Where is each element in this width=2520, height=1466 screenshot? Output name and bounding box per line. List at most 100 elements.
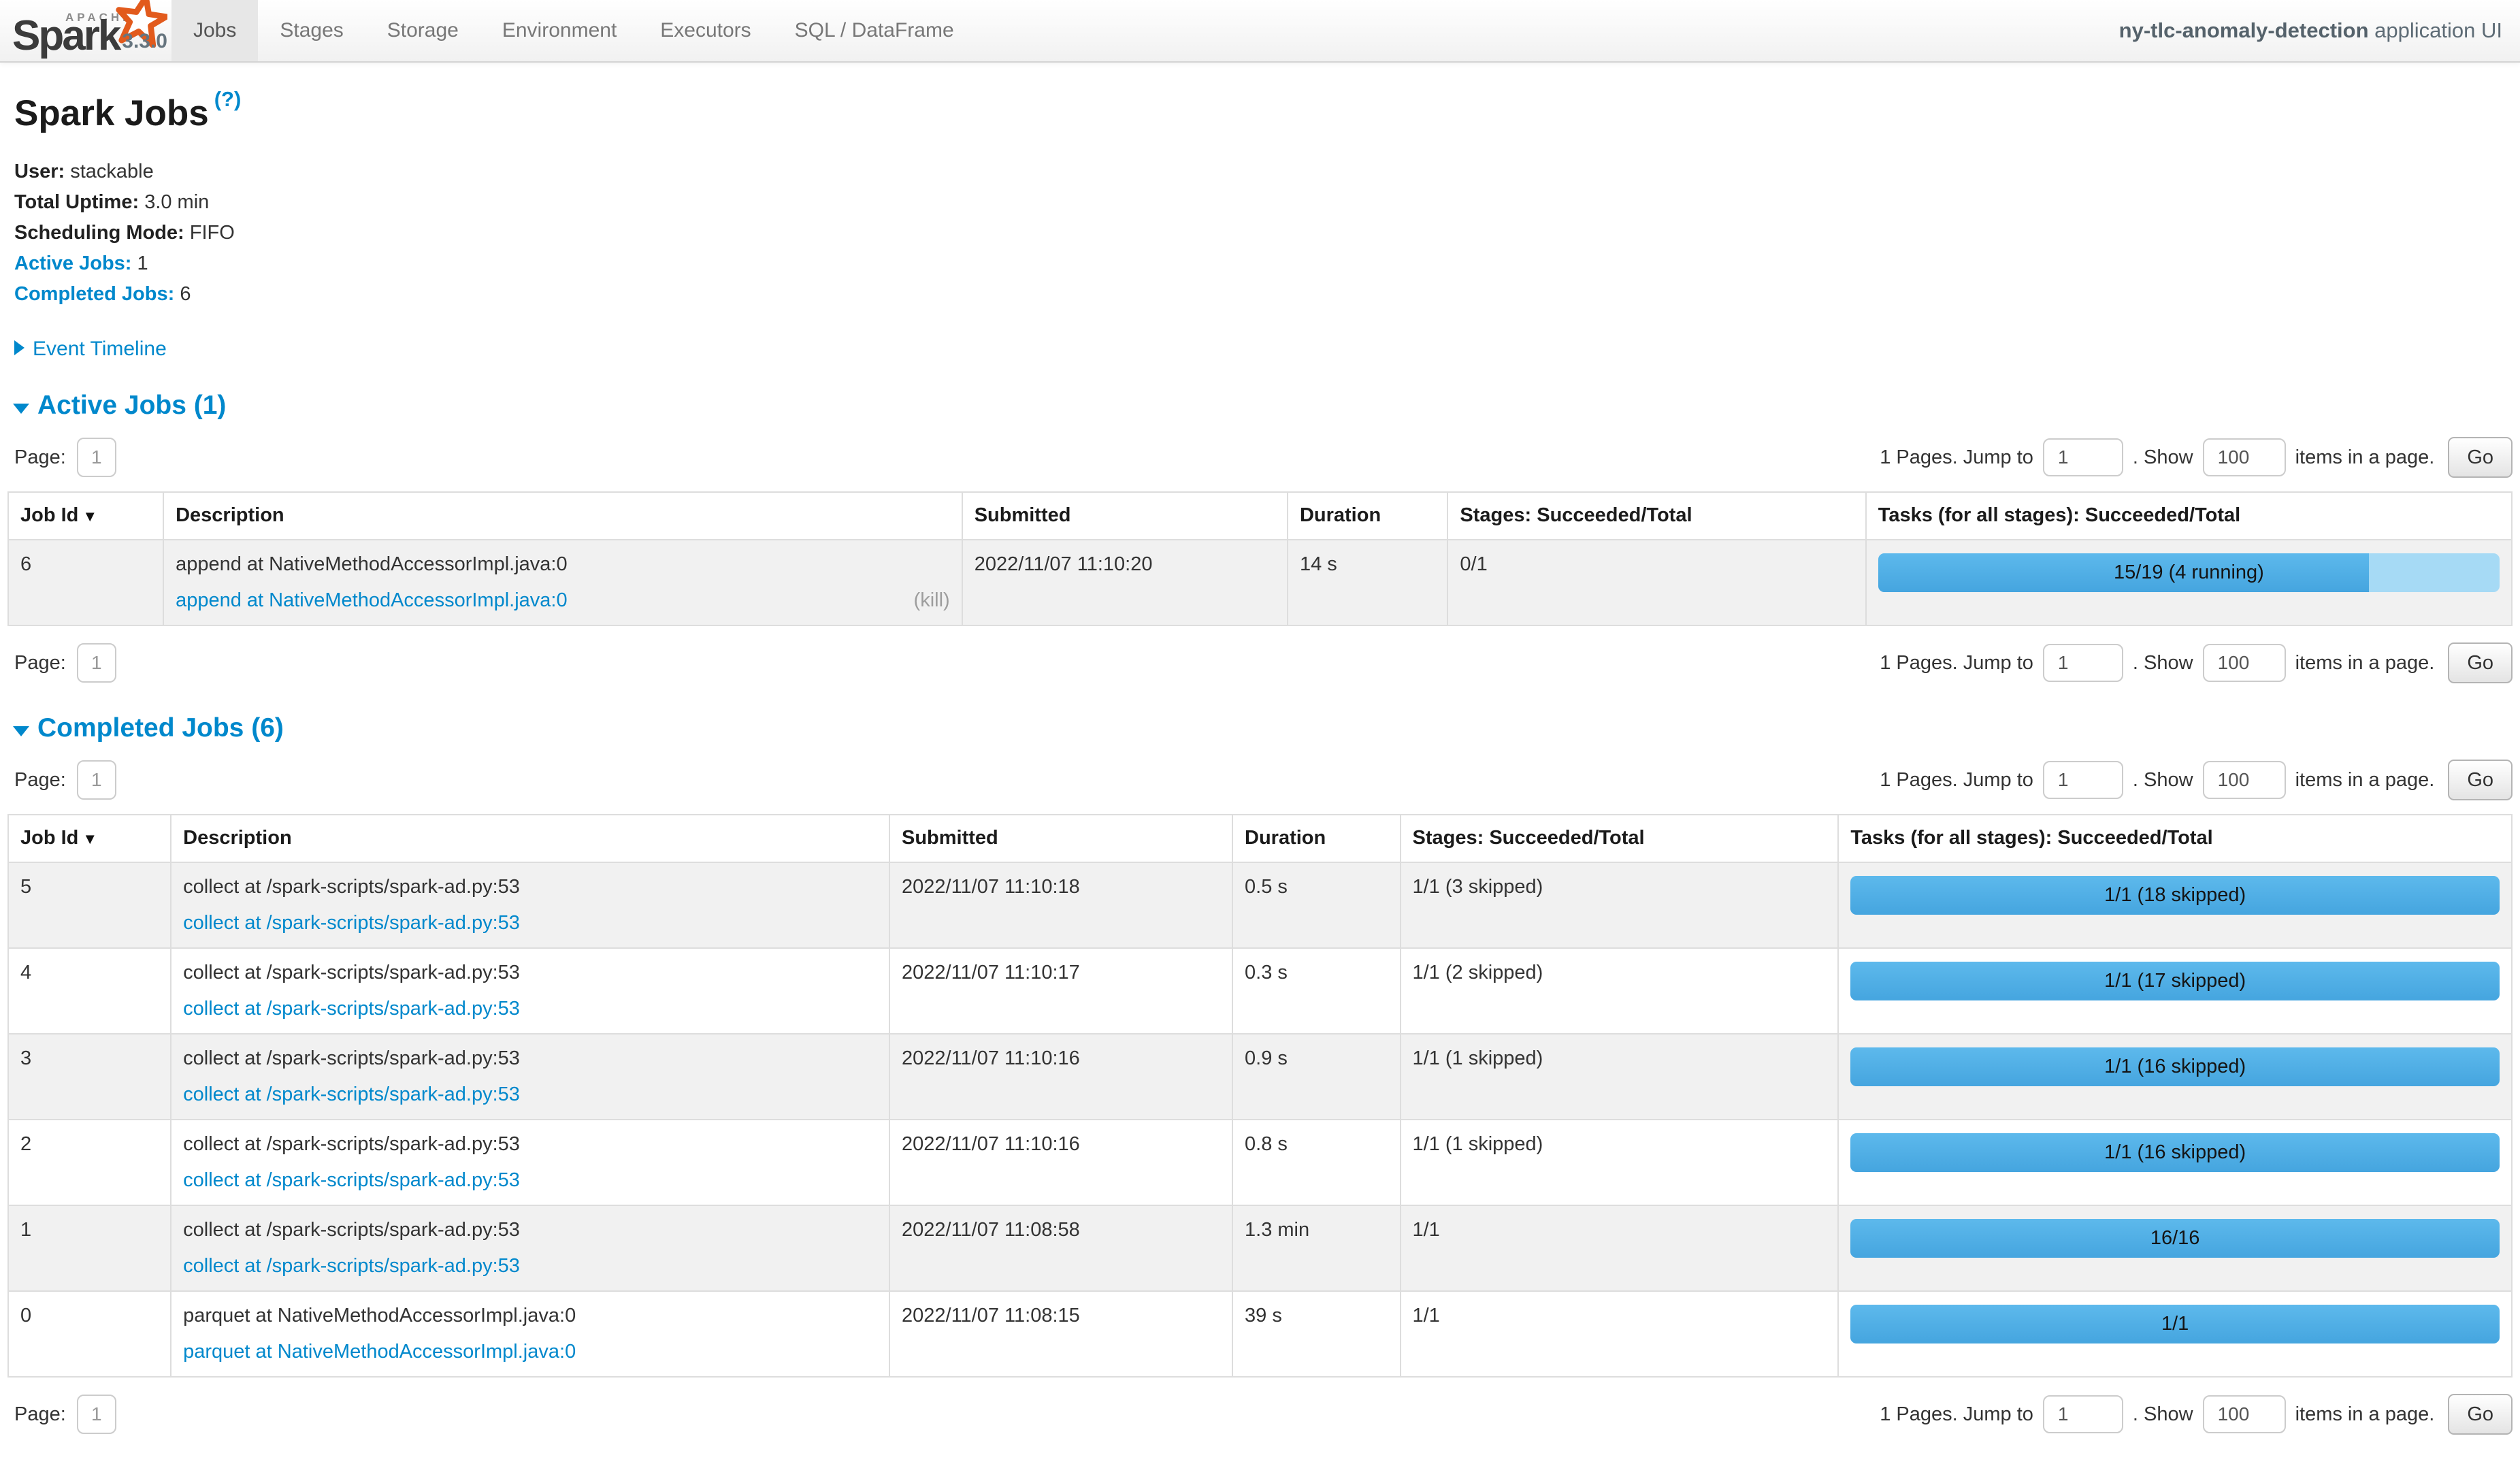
active-jobs-heading[interactable]: Active Jobs (1) bbox=[7, 391, 2513, 421]
job-detail-link[interactable]: append at NativeMethodAccessorImpl.java:… bbox=[176, 588, 567, 613]
tasks-cell: 15/19 (4 running) bbox=[1866, 540, 2512, 625]
go-button[interactable]: Go bbox=[2448, 1394, 2513, 1435]
page-label: Page: bbox=[14, 1403, 66, 1426]
col-stages-label: Stages: Succeeded/Total bbox=[1460, 504, 1692, 526]
col-description[interactable]: Description bbox=[163, 492, 962, 540]
col-description[interactable]: Description bbox=[171, 815, 889, 862]
job-detail-link[interactable]: collect at /spark-scripts/spark-ad.py:53 bbox=[183, 1168, 520, 1193]
page-number-box[interactable]: 1 bbox=[77, 438, 116, 477]
submitted-cell: 2022/11/07 11:08:15 bbox=[889, 1291, 1232, 1377]
description-cell: append at NativeMethodAccessorImpl.java:… bbox=[163, 540, 962, 625]
expanded-arrow-icon bbox=[13, 404, 29, 414]
tasks-progress-bar: 1/1 (18 skipped) bbox=[1850, 876, 2500, 915]
application-name: ny-tlc-anomaly-detection bbox=[2119, 18, 2369, 42]
jump-to-page-input[interactable] bbox=[2043, 761, 2123, 799]
items-per-page-input[interactable] bbox=[2203, 438, 2286, 476]
col-stages[interactable]: Stages: Succeeded/Total bbox=[1401, 815, 1839, 862]
completed-jobs-heading[interactable]: Completed Jobs (6) bbox=[7, 713, 2513, 743]
summary-completed-jobs-link[interactable]: Completed Jobs: bbox=[14, 283, 174, 305]
jump-to-page-input[interactable] bbox=[2043, 644, 2123, 682]
page-indicator: Page: 1 bbox=[14, 1395, 116, 1434]
duration-cell: 0.5 s bbox=[1232, 862, 1400, 948]
col-duration-label: Duration bbox=[1300, 504, 1381, 526]
event-timeline-label: Event Timeline bbox=[33, 338, 167, 360]
tab-executors[interactable]: Executors bbox=[638, 0, 772, 61]
tab-environment[interactable]: Environment bbox=[480, 0, 638, 61]
stages-cell: 0/1 bbox=[1447, 540, 1865, 625]
col-duration[interactable]: Duration bbox=[1288, 492, 1447, 540]
active-jobs-header-row: Job Id▼ Description Submitted Duration S… bbox=[8, 492, 2512, 540]
expanded-arrow-icon bbox=[13, 726, 29, 736]
col-job-id-label: Job Id bbox=[20, 827, 78, 849]
items-per-page-input[interactable] bbox=[2203, 644, 2286, 682]
tasks-progress-bar: 1/1 bbox=[1850, 1305, 2500, 1343]
job-description-text: parquet at NativeMethodAccessorImpl.java… bbox=[183, 1305, 576, 1326]
tasks-progress-bar: 1/1 (16 skipped) bbox=[1850, 1047, 2500, 1086]
summary-scheduling-mode: Scheduling Mode: FIFO bbox=[14, 223, 2506, 244]
completed-jobs-pager-top: Page: 1 1 Pages. Jump to . Show items in… bbox=[7, 760, 2513, 800]
page-number-box[interactable]: 1 bbox=[77, 643, 116, 683]
job-detail-link[interactable]: collect at /spark-scripts/spark-ad.py:53 bbox=[183, 1254, 520, 1279]
items-in-page-text: items in a page. bbox=[2295, 1403, 2435, 1426]
go-button[interactable]: Go bbox=[2448, 642, 2513, 683]
summary-active-jobs-link[interactable]: Active Jobs: bbox=[14, 253, 131, 274]
summary-active-jobs-value: 1 bbox=[137, 253, 148, 274]
page-label: Page: bbox=[14, 769, 66, 792]
show-separator-text: . Show bbox=[2133, 446, 2193, 469]
page-number-box[interactable]: 1 bbox=[77, 1395, 116, 1434]
description-cell: parquet at NativeMethodAccessorImpl.java… bbox=[171, 1291, 889, 1377]
col-stages-label: Stages: Succeeded/Total bbox=[1413, 827, 1645, 849]
col-job-id[interactable]: Job Id▼ bbox=[8, 815, 171, 862]
page-indicator: Page: 1 bbox=[14, 438, 116, 477]
col-tasks[interactable]: Tasks (for all stages): Succeeded/Total bbox=[1838, 815, 2512, 862]
summary-scheduling-value: FIFO bbox=[190, 222, 235, 244]
stages-cell: 1/1 (1 skipped) bbox=[1401, 1034, 1839, 1120]
spark-version: 3.3.0 bbox=[122, 30, 167, 53]
col-job-id[interactable]: Job Id▼ bbox=[8, 492, 163, 540]
col-submitted[interactable]: Submitted bbox=[962, 492, 1288, 540]
completed-job-row-0: 0 parquet at NativeMethodAccessorImpl.ja… bbox=[8, 1291, 2512, 1377]
job-id-cell: 1 bbox=[8, 1205, 171, 1291]
col-tasks[interactable]: Tasks (for all stages): Succeeded/Total bbox=[1866, 492, 2512, 540]
job-detail-link[interactable]: collect at /spark-scripts/spark-ad.py:53 bbox=[183, 996, 520, 1022]
tab-jobs[interactable]: Jobs bbox=[171, 0, 258, 61]
spark-logo: APACHE Spark 3.3.0 bbox=[0, 0, 171, 61]
progress-label: 1/1 (16 skipped) bbox=[1850, 1047, 2500, 1086]
page-number-box[interactable]: 1 bbox=[77, 760, 116, 800]
job-id-cell: 5 bbox=[8, 862, 171, 948]
progress-label: 15/19 (4 running) bbox=[1878, 553, 2500, 592]
event-timeline-toggle[interactable]: Event Timeline bbox=[14, 338, 2506, 361]
go-button[interactable]: Go bbox=[2448, 437, 2513, 478]
summary-active-jobs: Active Jobs: 1 bbox=[14, 253, 2506, 274]
job-id-cell: 4 bbox=[8, 948, 171, 1034]
col-submitted[interactable]: Submitted bbox=[889, 815, 1232, 862]
stages-cell: 1/1 (3 skipped) bbox=[1401, 862, 1839, 948]
go-button[interactable]: Go bbox=[2448, 760, 2513, 800]
progress-label: 1/1 (17 skipped) bbox=[1850, 962, 2500, 1000]
items-per-page-input[interactable] bbox=[2203, 761, 2286, 799]
job-detail-link[interactable]: parquet at NativeMethodAccessorImpl.java… bbox=[183, 1339, 576, 1365]
description-cell: collect at /spark-scripts/spark-ad.py:53… bbox=[171, 1120, 889, 1205]
tasks-progress-bar: 16/16 bbox=[1850, 1219, 2500, 1258]
jump-to-page-input[interactable] bbox=[2043, 1395, 2123, 1433]
active-jobs-heading-text: Active Jobs (1) bbox=[37, 391, 226, 421]
col-stages[interactable]: Stages: Succeeded/Total bbox=[1447, 492, 1865, 540]
job-detail-link[interactable]: collect at /spark-scripts/spark-ad.py:53 bbox=[183, 911, 520, 936]
col-duration[interactable]: Duration bbox=[1232, 815, 1400, 862]
tasks-cell: 1/1 (18 skipped) bbox=[1838, 862, 2512, 948]
job-description-text: collect at /spark-scripts/spark-ad.py:53 bbox=[183, 1133, 520, 1155]
tab-storage[interactable]: Storage bbox=[365, 0, 480, 61]
tab-sql-dataframe[interactable]: SQL / DataFrame bbox=[773, 0, 976, 61]
jump-to-page-input[interactable] bbox=[2043, 438, 2123, 476]
job-id-cell: 0 bbox=[8, 1291, 171, 1377]
help-link[interactable]: (?) bbox=[214, 87, 242, 111]
active-jobs-table: Job Id▼ Description Submitted Duration S… bbox=[7, 491, 2513, 626]
tasks-cell: 1/1 (16 skipped) bbox=[1838, 1120, 2512, 1205]
items-per-page-input[interactable] bbox=[2203, 1395, 2286, 1433]
tab-stages[interactable]: Stages bbox=[258, 0, 365, 61]
duration-cell: 1.3 min bbox=[1232, 1205, 1400, 1291]
kill-job-link[interactable]: (kill) bbox=[914, 588, 950, 613]
duration-cell: 0.9 s bbox=[1232, 1034, 1400, 1120]
job-detail-link[interactable]: collect at /spark-scripts/spark-ad.py:53 bbox=[183, 1082, 520, 1107]
completed-job-row-2: 2 collect at /spark-scripts/spark-ad.py:… bbox=[8, 1120, 2512, 1205]
